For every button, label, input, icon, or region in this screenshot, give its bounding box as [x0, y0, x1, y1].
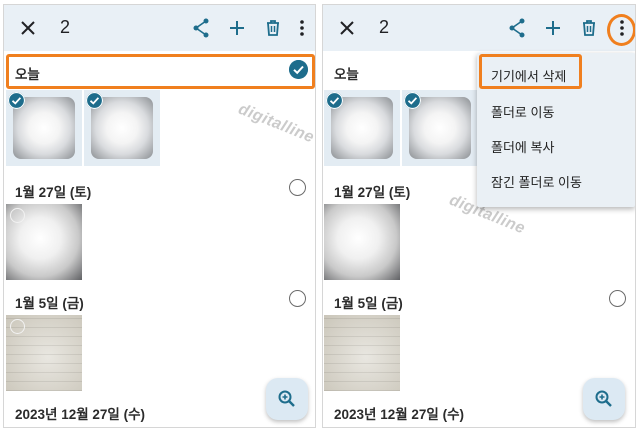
check-circle-icon[interactable] [326, 92, 343, 109]
trash-icon[interactable] [261, 16, 285, 40]
photo-thumbnail[interactable] [324, 204, 400, 280]
menu-item-move-to-folder[interactable]: 폴더로 이동 [477, 93, 635, 127]
photo-thumbnail[interactable] [6, 90, 82, 166]
add-icon[interactable] [541, 16, 565, 40]
photo-thumbnail[interactable] [324, 315, 400, 391]
photo-thumbnail[interactable] [324, 90, 400, 166]
more-vert-icon[interactable] [610, 16, 634, 40]
menu-item-move-to-locked-folder[interactable]: 잠긴 폴더로 이동 [477, 163, 635, 197]
section-jan-5[interactable]: 1월 5일 (금) [4, 285, 315, 315]
menu-item-label: 폴더에 복사 [491, 140, 555, 155]
menu-item-delete-from-device[interactable]: 기기에서 삭제 [477, 57, 635, 91]
photo-image [324, 315, 400, 391]
selected-count: 2 [379, 17, 390, 37]
zoom-in-icon [278, 390, 295, 407]
radio-unchecked-icon[interactable] [609, 290, 626, 307]
check-circle-icon[interactable] [86, 92, 103, 109]
watermark: digitalline [235, 100, 316, 147]
share-icon[interactable] [189, 16, 213, 40]
section-label: 오늘 [15, 67, 40, 82]
section-label: 1월 27일 (토) [334, 185, 411, 200]
section-label: 2023년 12월 27일 (수) [15, 407, 145, 422]
add-icon[interactable] [225, 16, 249, 40]
section-label: 2023년 12월 27일 (수) [334, 407, 464, 422]
more-vert-icon[interactable] [290, 16, 314, 40]
check-circle-icon[interactable] [289, 60, 308, 79]
photo-thumbnail[interactable] [6, 204, 82, 280]
left-panel: 2 오늘 digitalline 1월 27일 (토) 1월 5일 (금) 20… [3, 4, 316, 428]
section-jan-27[interactable]: 1월 27일 (토) [4, 174, 315, 204]
section-today[interactable]: 오늘 [4, 56, 315, 86]
share-icon[interactable] [505, 16, 529, 40]
photo-thumbnail[interactable] [84, 90, 160, 166]
section-label: 1월 5일 (금) [334, 296, 403, 311]
close-icon[interactable] [16, 16, 40, 40]
section-label: 오늘 [334, 67, 359, 82]
close-icon[interactable] [335, 16, 359, 40]
section-jan-5[interactable]: 1월 5일 (금) [323, 285, 635, 315]
selected-count: 2 [60, 17, 71, 37]
zoom-button[interactable] [266, 378, 308, 420]
check-circle-icon[interactable] [404, 92, 421, 109]
section-label: 1월 27일 (토) [15, 185, 92, 200]
zoom-button[interactable] [583, 378, 625, 420]
zoom-in-icon [595, 390, 612, 407]
trash-icon[interactable] [577, 16, 601, 40]
radio-unchecked-icon[interactable] [10, 319, 25, 334]
section-label: 1월 5일 (금) [15, 296, 84, 311]
radio-unchecked-icon[interactable] [289, 179, 306, 196]
overflow-menu: 기기에서 삭제 폴더로 이동 폴더에 복사 잠긴 폴더로 이동 [477, 53, 635, 207]
menu-item-label: 기기에서 삭제 [491, 69, 567, 84]
photo-image [324, 204, 400, 280]
menu-item-label: 폴더로 이동 [491, 105, 555, 120]
photo-thumbnail[interactable] [402, 90, 478, 166]
radio-unchecked-icon[interactable] [10, 208, 25, 223]
selection-toolbar: 2 [4, 5, 315, 51]
selection-toolbar: 2 [323, 5, 635, 51]
right-panel: 2 오늘 1월 27일 (토) digitalline 1월 5일 (금) 20… [322, 4, 636, 428]
menu-item-label: 잠긴 폴더로 이동 [491, 175, 582, 190]
menu-item-copy-to-folder[interactable]: 폴더에 복사 [477, 128, 635, 162]
photo-thumbnail[interactable] [6, 315, 82, 391]
radio-unchecked-icon[interactable] [289, 290, 306, 307]
check-circle-icon[interactable] [8, 92, 25, 109]
